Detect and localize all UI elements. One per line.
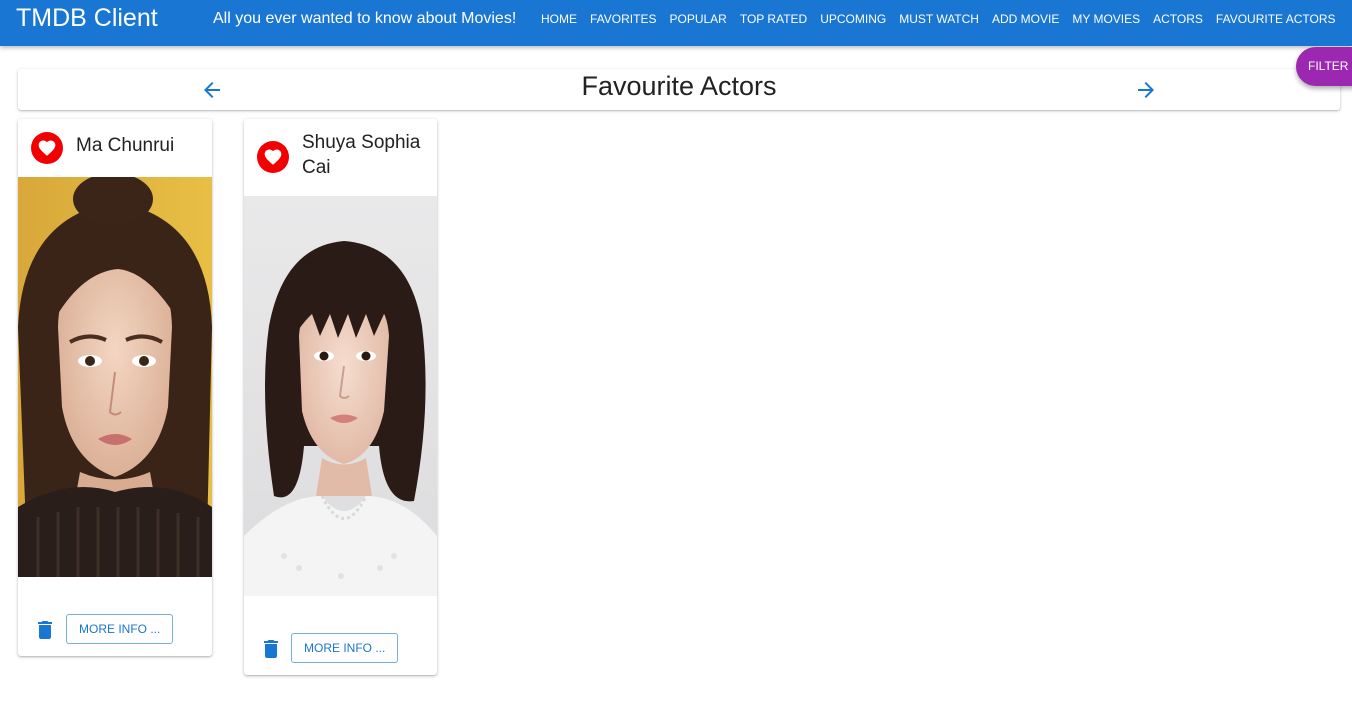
arrow-forward-icon <box>1138 82 1154 98</box>
app-title: TMDB Client <box>16 4 158 32</box>
actor-name: Ma Chunrui <box>76 135 175 156</box>
nav-popular[interactable]: POPULAR <box>663 6 733 32</box>
trash-icon <box>264 640 278 658</box>
card-header: Shuya Sophia Cai <box>244 119 437 196</box>
nav-my-movies[interactable]: MY MOVIES <box>1066 6 1147 32</box>
heart-icon <box>264 149 282 165</box>
actor-portrait-image <box>244 196 437 596</box>
nav-favorites[interactable]: FAVORITES <box>584 6 663 32</box>
nav-favourite-actors[interactable]: FAVOURITE ACTORS <box>1209 6 1342 32</box>
filter-button[interactable]: FILTER <box>1296 47 1352 86</box>
delete-button[interactable] <box>259 635 283 663</box>
card-header: Ma Chunrui <box>18 119 212 177</box>
nav-actors[interactable]: ACTORS <box>1147 6 1210 32</box>
actor-card: Shuya Sophia Cai MORE INFO ... <box>244 119 437 675</box>
favorite-avatar <box>31 132 63 164</box>
delete-button[interactable] <box>33 616 57 644</box>
app-bar: TMDB Client All you ever wanted to know … <box>0 0 1352 46</box>
nav-upcoming[interactable]: UPCOMING <box>814 6 893 32</box>
actor-name: Shuya Sophia Cai <box>302 132 421 178</box>
actor-portrait-image <box>18 177 212 577</box>
actor-card: Ma Chunrui MORE INFO ... <box>18 119 212 656</box>
app-tagline: All you ever wanted to know about Movies… <box>213 10 517 27</box>
card-actions: MORE INFO ... <box>244 632 437 672</box>
nav-top-rated[interactable]: TOP RATED <box>733 6 813 32</box>
arrow-back-icon <box>204 82 220 98</box>
card-actions: MORE INFO ... <box>18 613 212 653</box>
actor-photo[interactable] <box>244 196 437 596</box>
more-info-button[interactable]: MORE INFO ... <box>291 633 399 663</box>
trash-icon <box>38 621 52 639</box>
heart-icon <box>38 140 56 156</box>
favorite-avatar <box>257 141 289 173</box>
actor-photo[interactable] <box>18 177 212 577</box>
nav-home[interactable]: HOME <box>535 6 584 32</box>
nav-add-movie[interactable]: ADD MOVIE <box>985 6 1065 32</box>
more-info-button[interactable]: MORE INFO ... <box>66 614 174 644</box>
nav-must-watch[interactable]: MUST WATCH <box>893 6 986 32</box>
page-header: Favourite Actors <box>18 69 1340 110</box>
back-button[interactable] <box>197 75 227 105</box>
main-nav: HOME FAVORITES POPULAR TOP RATED UPCOMIN… <box>535 6 1342 32</box>
forward-button[interactable] <box>1131 75 1161 105</box>
